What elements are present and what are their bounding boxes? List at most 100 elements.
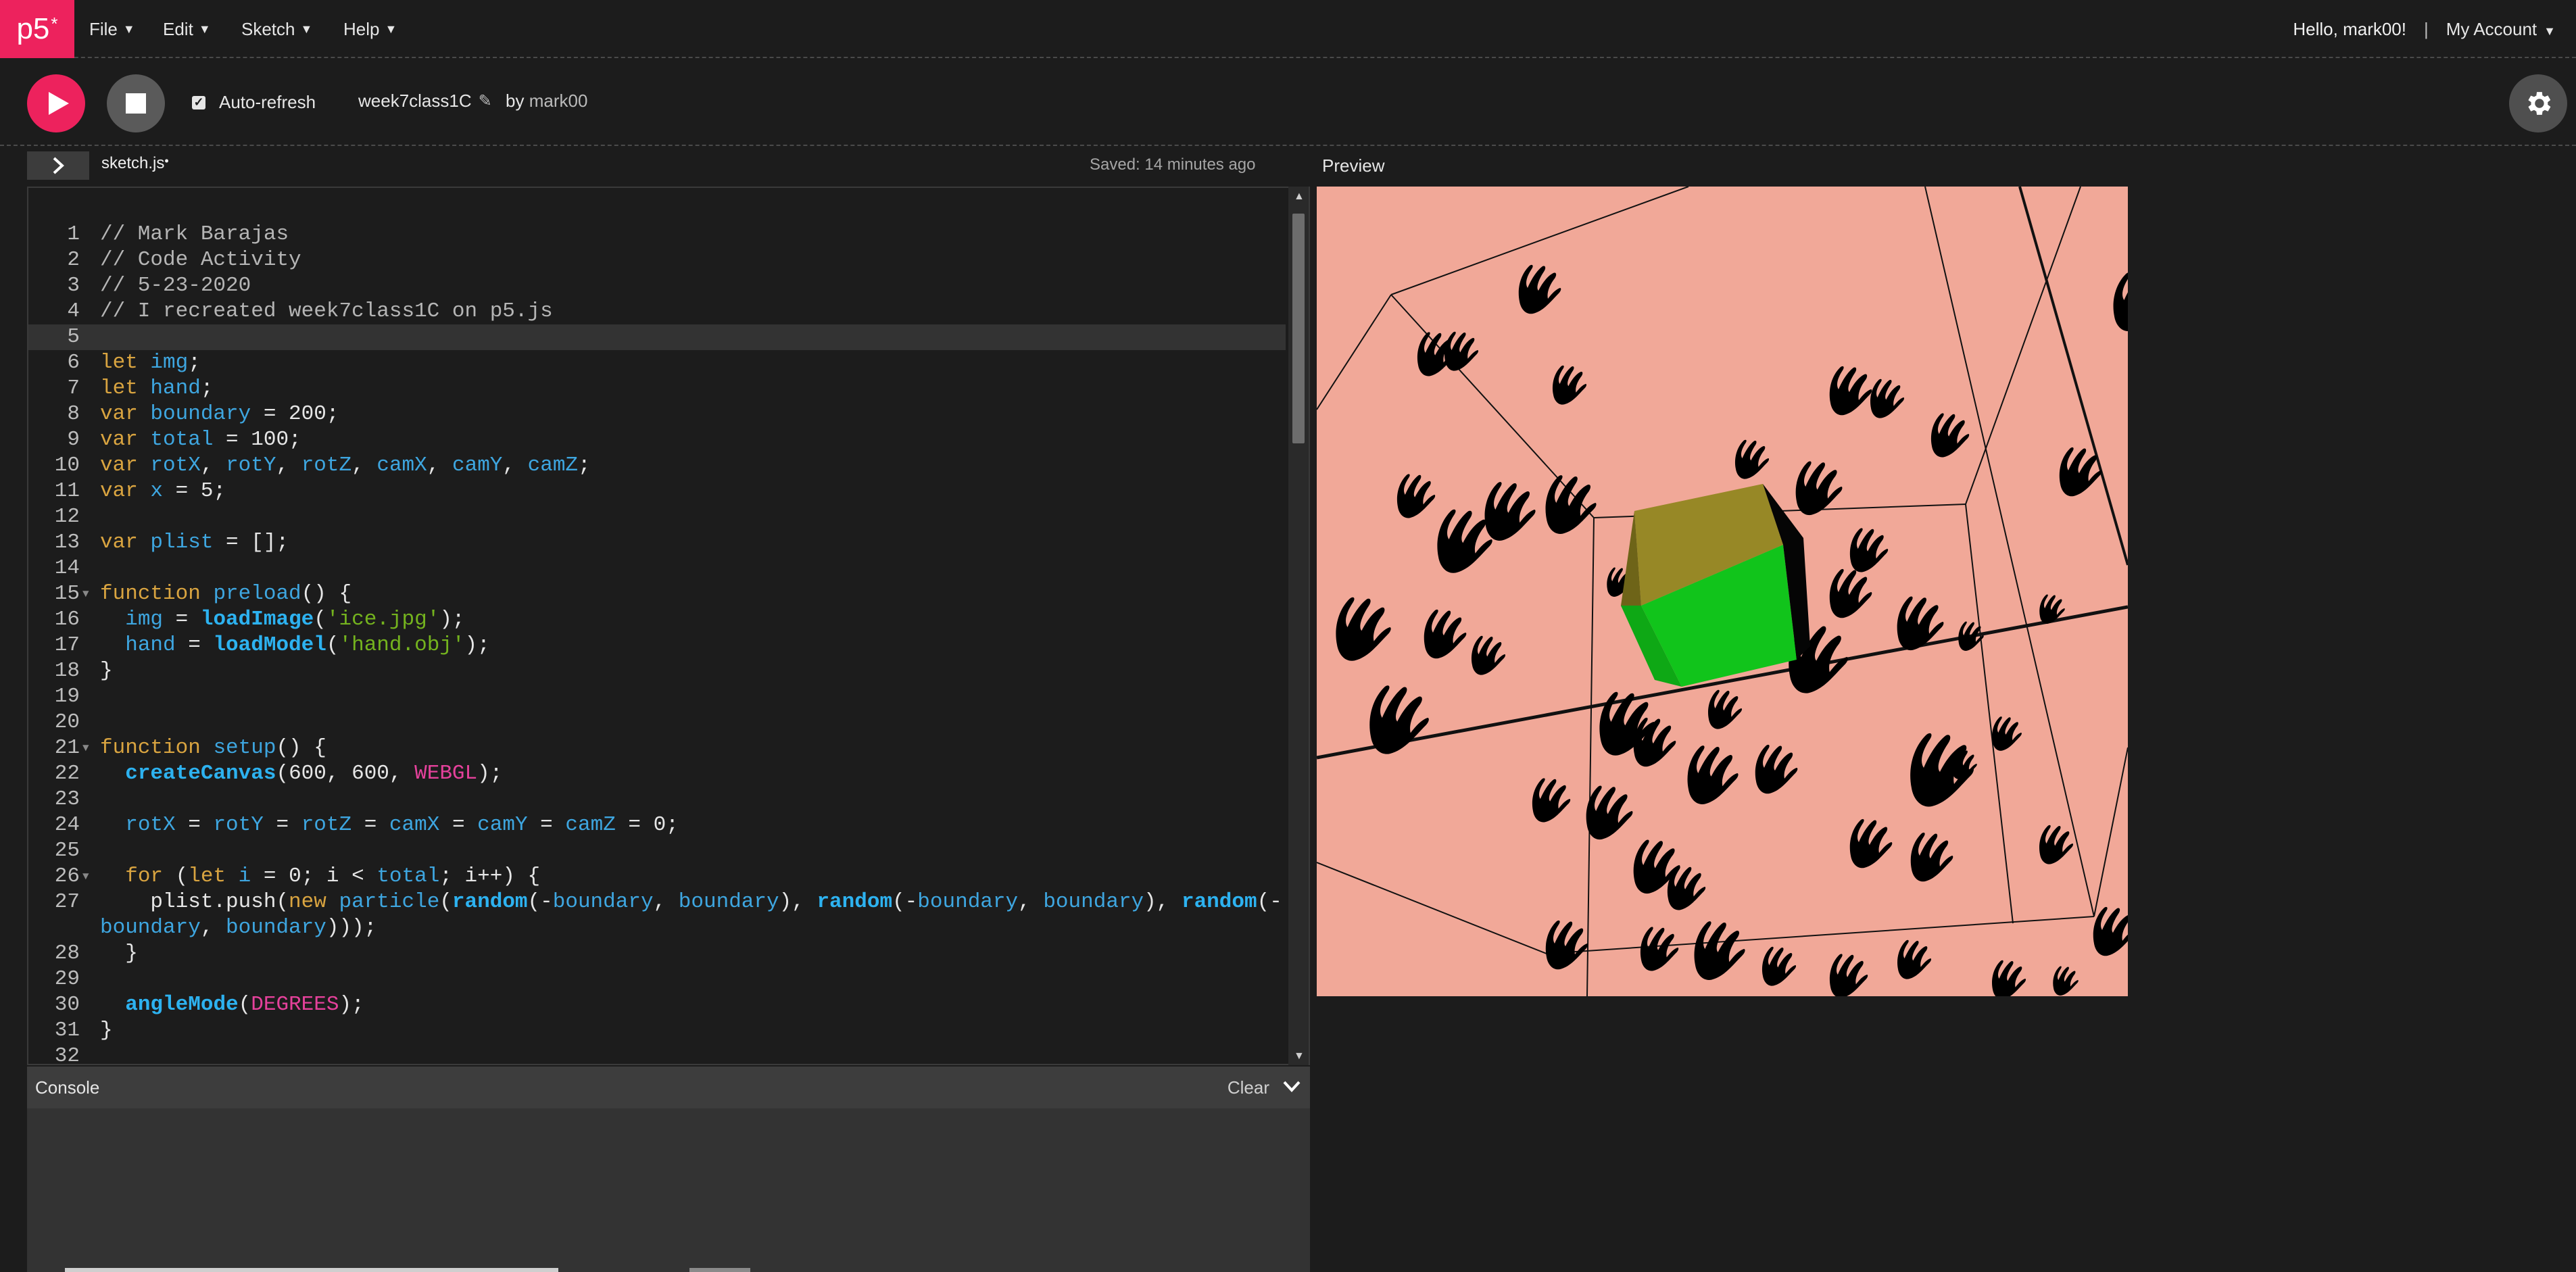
sidebar-toggle-button[interactable]: [27, 151, 89, 180]
code-text: let hand;: [100, 376, 214, 400]
code-line[interactable]: 10 var rotX, rotY, rotZ, camX, camY, camZ…: [28, 453, 1286, 479]
code-text: for (let i = 0; i < total; i++) {: [125, 864, 541, 888]
by-label: by: [506, 91, 525, 111]
code-line[interactable]: 23: [28, 787, 1286, 812]
code-line[interactable]: 6 let img;: [28, 350, 1286, 376]
code-editor[interactable]: 1 // Mark Barajas 2 // Code Activity 3 // 5-2…: [27, 187, 1310, 1065]
line-number: 22: [54, 762, 80, 785]
code-line[interactable]: 27 plist.push(new particle(random(-bound…: [28, 889, 1286, 915]
play-icon: [49, 92, 69, 115]
line-number: 7: [67, 376, 80, 400]
code-line[interactable]: 20: [28, 710, 1286, 735]
scroll-up-icon[interactable]: ▲: [1294, 191, 1305, 203]
sketch-name-text: week7class1C: [358, 91, 472, 111]
code-line[interactable]: 3 // 5-23-2020: [28, 273, 1286, 299]
auto-refresh-toggle[interactable]: ✓ Auto-refresh: [192, 92, 316, 113]
auto-refresh-checkbox[interactable]: ✓: [192, 95, 205, 109]
code-line[interactable]: boundary, boundary)));: [28, 915, 1286, 941]
preview-label: Preview: [1322, 155, 1385, 176]
sketch-name[interactable]: week7class1C ✎: [358, 91, 492, 112]
code-line[interactable]: 31}: [28, 1018, 1286, 1044]
code-line[interactable]: 5: [28, 324, 1286, 350]
code-line[interactable]: 13 var plist = [];: [28, 530, 1286, 556]
account-area: Hello, mark00! | My Account ▼: [2293, 0, 2556, 58]
menu-file[interactable]: File ▼: [89, 0, 135, 58]
line-number: 13: [54, 531, 80, 554]
console-clear-button[interactable]: Clear: [1228, 1077, 1269, 1098]
code-line[interactable]: 18}: [28, 658, 1286, 684]
code-line[interactable]: 32: [28, 1044, 1286, 1065]
line-number: 15: [54, 582, 80, 606]
user-greeting: Hello, mark00!: [2293, 18, 2406, 39]
settings-button[interactable]: [2509, 74, 2567, 132]
line-number: 30: [54, 993, 80, 1017]
code-line[interactable]: 28 }: [28, 941, 1286, 967]
line-number: 3: [67, 274, 80, 297]
p5-logo[interactable]: p5 *: [0, 0, 74, 58]
line-number: 31: [54, 1019, 80, 1042]
code-text: boundary, boundary)));: [100, 916, 377, 939]
code-line[interactable]: 30 angleMode(DEGREES);: [28, 992, 1286, 1018]
menu-edit[interactable]: Edit ▼: [163, 0, 211, 58]
line-number: 14: [54, 556, 80, 580]
scroll-down-icon[interactable]: ▼: [1294, 1050, 1305, 1062]
code-line[interactable]: 7 let hand;: [28, 376, 1286, 401]
code-line[interactable]: 17 hand = loadModel('hand.obj');: [28, 633, 1286, 658]
fold-arrow-icon[interactable]: ▼: [82, 864, 89, 889]
code-text: var boundary = 200;: [100, 402, 339, 426]
scroll-thumb[interactable]: [1292, 214, 1305, 443]
code-line[interactable]: 16 img = loadImage('ice.jpg');: [28, 607, 1286, 633]
fold-arrow-icon[interactable]: ▼: [82, 735, 89, 761]
fold-arrow-icon[interactable]: ▼: [82, 581, 89, 607]
code-line[interactable]: 21 ▼ function setup() {: [28, 735, 1286, 761]
file-name: sketch.js: [101, 154, 165, 172]
auto-refresh-label: Auto-refresh: [219, 92, 316, 112]
code-line[interactable]: 24 rotX = rotY = rotZ = camX = camY = ca…: [28, 812, 1286, 838]
line-number: 25: [54, 839, 80, 862]
line-number: 29: [54, 967, 80, 991]
code-line[interactable]: 9 var total = 100;: [28, 427, 1286, 453]
line-number: 9: [67, 428, 80, 451]
code-line[interactable]: 1 // Mark Barajas: [28, 222, 1286, 247]
chevron-right-icon: [53, 157, 64, 174]
caret-down-icon: ▼: [2544, 24, 2556, 38]
top-nav: p5 * File ▼ Edit ▼ Sketch ▼ Help ▼ Hello, mar…: [0, 0, 2576, 58]
code-line[interactable]: 4 // I recreated week7class1C on p5.js: [28, 299, 1286, 324]
chevron-down-icon[interactable]: [1282, 1076, 1302, 1100]
code-line[interactable]: 12: [28, 504, 1286, 530]
author-link[interactable]: mark00: [529, 91, 588, 111]
code-text: plist.push(new particle(random(-boundary…: [100, 890, 1282, 914]
code-text: rotX = rotY = rotZ = camX = camY = camZ …: [125, 813, 679, 837]
line-number: 24: [54, 813, 80, 837]
file-tab-sketch[interactable]: sketch.js•: [101, 154, 169, 173]
sketch-preview-canvas[interactable]: [1317, 187, 2128, 996]
code-line[interactable]: 2 // Code Activity: [28, 247, 1286, 273]
textured-cube: [1621, 484, 1810, 687]
code-line[interactable]: 29: [28, 967, 1286, 992]
play-button[interactable]: [27, 74, 85, 132]
sketch-author: by mark00: [506, 91, 587, 112]
console-scrollbar-thumb[interactable]: [689, 1268, 750, 1272]
menu-help[interactable]: Help ▼: [343, 0, 397, 58]
code-lines[interactable]: 1 // Mark Barajas 2 // Code Activity 3 // 5-2…: [28, 222, 1286, 1065]
code-line[interactable]: 19: [28, 684, 1286, 710]
code-line[interactable]: 11 var x = 5;: [28, 479, 1286, 504]
editor-scrollbar[interactable]: ▲ ▼: [1288, 187, 1309, 1065]
console-scrollbar[interactable]: [65, 1268, 558, 1272]
code-line[interactable]: 8 var boundary = 200;: [28, 401, 1286, 427]
code-line[interactable]: 22 createCanvas(600, 600, WEBGL);: [28, 761, 1286, 787]
line-number: 26: [54, 864, 80, 888]
my-account-menu[interactable]: My Account ▼: [2446, 19, 2556, 40]
line-number: 6: [67, 351, 80, 374]
code-text: var x = 5;: [100, 479, 226, 503]
line-number: 32: [54, 1044, 80, 1065]
pencil-icon[interactable]: ✎: [479, 91, 492, 111]
line-number: 11: [54, 479, 80, 503]
stop-button[interactable]: [107, 74, 165, 132]
code-line[interactable]: 15 ▼ function preload() {: [28, 581, 1286, 607]
menu-sketch[interactable]: Sketch ▼: [241, 0, 312, 58]
code-line[interactable]: 26 ▼ for (let i = 0; i < total; i++) {: [28, 864, 1286, 889]
line-number: 17: [54, 633, 80, 657]
code-line[interactable]: 25: [28, 838, 1286, 864]
code-line[interactable]: 14: [28, 556, 1286, 581]
